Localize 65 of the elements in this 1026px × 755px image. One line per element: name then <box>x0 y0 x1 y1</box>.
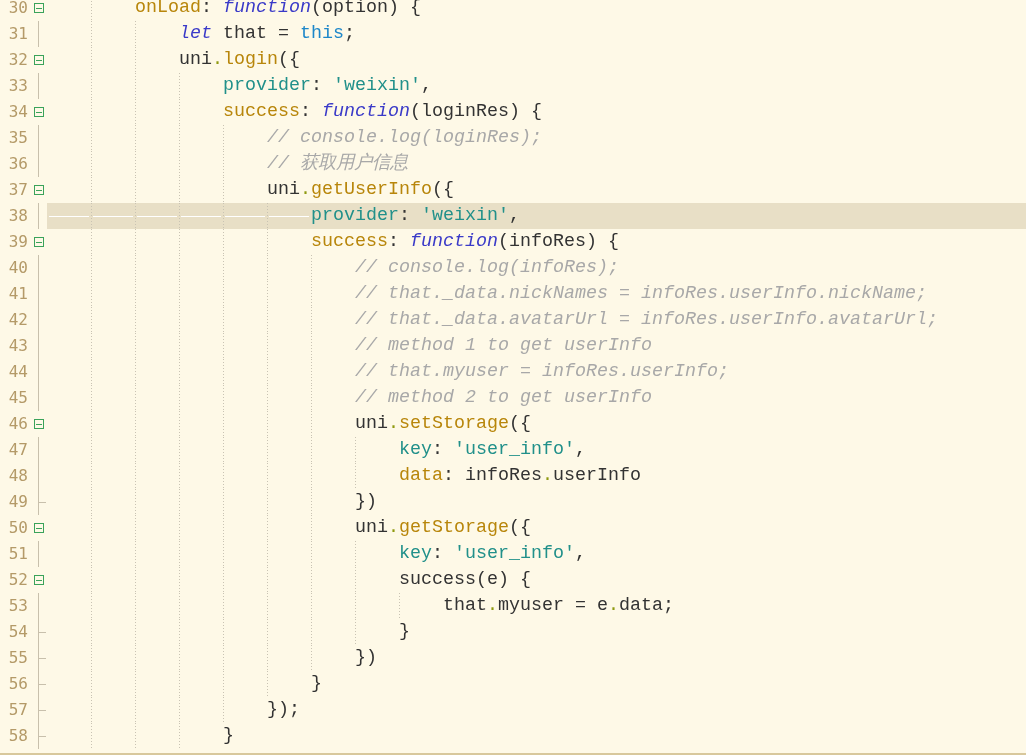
code-comment: // console.log(loginRes); <box>267 126 542 150</box>
code-line: success(e) { <box>399 568 531 592</box>
line-number: 49 <box>7 491 28 513</box>
code-comment: // method 2 to get userInfo <box>355 386 652 410</box>
code-comment: // that._data.avatarUrl = infoRes.userInfo.avatarUrl; <box>355 308 938 332</box>
collapse-icon[interactable] <box>33 185 44 195</box>
code-line: }) <box>355 490 377 514</box>
line-number: 30 <box>7 0 28 19</box>
line-number: 52 <box>7 569 28 591</box>
line-number: 42 <box>7 309 28 331</box>
collapse-icon[interactable] <box>33 575 44 585</box>
line-number: 39 <box>7 231 28 253</box>
code-line: let that = this; <box>179 22 355 46</box>
line-number: 48 <box>7 465 28 487</box>
line-number: 35 <box>7 127 28 149</box>
code-line: key: 'user_info', <box>399 542 586 566</box>
line-number: 36 <box>7 153 28 175</box>
line-number: 46 <box>7 413 28 435</box>
line-number: 54 <box>7 621 28 643</box>
collapse-icon[interactable] <box>33 523 44 533</box>
code-line: uni.login({ <box>179 48 300 72</box>
code-line: }) <box>355 646 377 670</box>
line-number: 56 <box>7 673 28 695</box>
code-line: uni.setStorage({ <box>355 412 531 436</box>
line-number: 50 <box>7 517 28 539</box>
line-number: 45 <box>7 387 28 409</box>
line-number: 38 <box>7 205 28 227</box>
line-number: 32 <box>7 49 28 71</box>
line-number: 53 <box>7 595 28 617</box>
code-line: } <box>223 724 234 748</box>
line-number: 58 <box>7 725 28 747</box>
line-number: 55 <box>7 647 28 669</box>
line-number: 34 <box>7 101 28 123</box>
code-line: }); <box>267 698 300 722</box>
collapse-icon[interactable] <box>33 107 44 117</box>
line-number: 57 <box>7 699 28 721</box>
line-number: 31 <box>7 23 28 45</box>
code-comment: // that.myuser = infoRes.userInfo; <box>355 360 729 384</box>
line-number: 44 <box>7 361 28 383</box>
line-number: 33 <box>7 75 28 97</box>
code-line: success: function(loginRes) { <box>223 100 542 124</box>
collapse-icon[interactable] <box>33 55 44 65</box>
code-line: key: 'user_info', <box>399 438 586 462</box>
code-line: provider: 'weixin', <box>311 204 520 228</box>
collapse-icon[interactable] <box>33 419 44 429</box>
code-line: provider: 'weixin', <box>223 74 432 98</box>
code-comment: // console.log(infoRes); <box>355 256 619 280</box>
code-line: uni.getStorage({ <box>355 516 531 540</box>
code-comment: // method 1 to get userInfo <box>355 334 652 358</box>
line-number: 43 <box>7 335 28 357</box>
code-line: } <box>399 620 410 644</box>
code-comment: // 获取用户信息 <box>267 151 408 176</box>
collapse-icon[interactable] <box>33 3 44 13</box>
collapse-icon[interactable] <box>33 237 44 247</box>
code-line: data: infoRes.userInfo <box>399 464 641 488</box>
code-line: that.myuser = e.data; <box>443 594 674 618</box>
line-number: 40 <box>7 257 28 279</box>
code-line: success: function(infoRes) { <box>311 230 619 254</box>
code-comment: // that._data.nickNames = infoRes.userInfo.nickName; <box>355 282 927 306</box>
line-number: 47 <box>7 439 28 461</box>
code-line: } <box>311 672 322 696</box>
line-number: 41 <box>7 283 28 305</box>
line-number: 37 <box>7 179 28 201</box>
code-line: uni.getUserInfo({ <box>267 178 454 202</box>
line-number: 51 <box>7 543 28 565</box>
